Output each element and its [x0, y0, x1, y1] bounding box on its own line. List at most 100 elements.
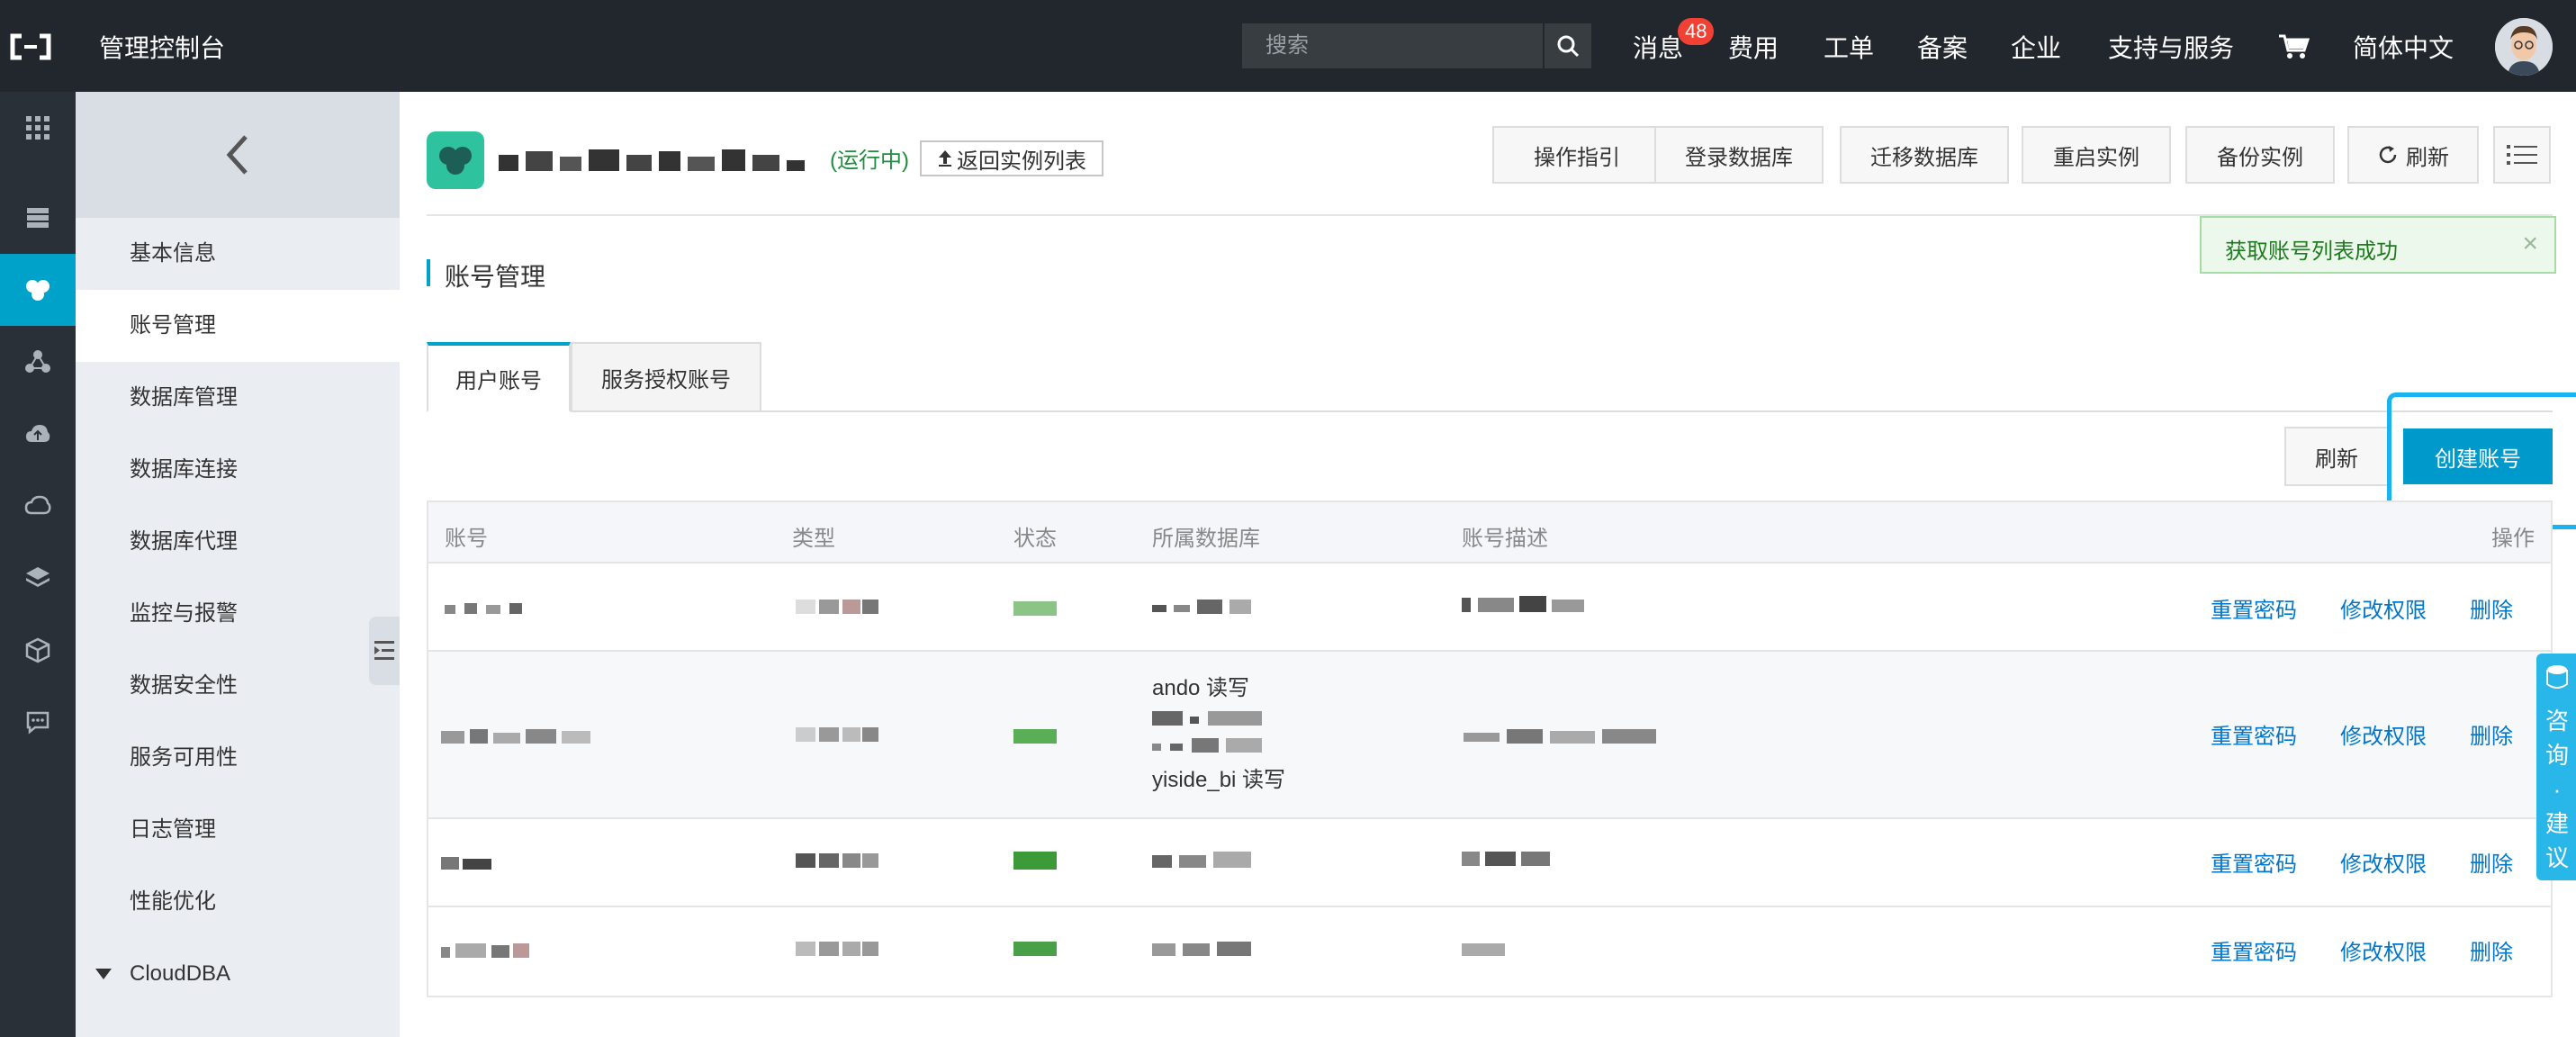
modify-permission-link[interactable]: 修改权限 — [2340, 934, 2427, 966]
delete-link[interactable]: 删除 — [2470, 592, 2513, 624]
sidebar-item-availability[interactable]: 服务可用性 — [76, 722, 400, 794]
nav-enterprise[interactable]: 企业 — [2011, 29, 2061, 65]
rail-layers[interactable] — [0, 542, 76, 614]
redacted-account — [445, 603, 522, 614]
modify-permission-link[interactable]: 修改权限 — [2340, 718, 2427, 750]
redacted-type — [796, 942, 878, 956]
database-icon — [26, 280, 50, 301]
column-header-account: 账号 — [445, 527, 488, 551]
delete-link[interactable]: 删除 — [2470, 934, 2513, 966]
sidebar-collapse-handle[interactable] — [369, 617, 400, 685]
sidebar-item-performance[interactable]: 性能优化 — [76, 866, 400, 938]
network-icon — [25, 350, 50, 373]
cloud-icon — [24, 495, 51, 515]
refresh-list-button[interactable]: 刷新 — [2284, 427, 2389, 486]
cloud-upload-icon — [26, 425, 50, 442]
operation-guide-button[interactable]: 操作指引 — [1492, 126, 1662, 184]
sidebar-item-monitoring[interactable]: 监控与报警 — [76, 578, 400, 650]
sidebar-item-accounts[interactable]: 账号管理 — [76, 290, 400, 362]
column-header-description: 账号描述 — [1462, 527, 1548, 551]
rail-cdn[interactable] — [0, 398, 76, 470]
sidebar-item-proxy[interactable]: 数据库代理 — [76, 506, 400, 578]
redacted-database — [1152, 711, 1262, 726]
search-box — [1242, 23, 1591, 68]
tab-user-accounts[interactable]: 用户账号 — [427, 342, 571, 412]
redacted-description — [1464, 729, 1656, 744]
nav-icp[interactable]: 备案 — [1917, 29, 1968, 65]
cloud-logo-icon[interactable] — [9, 32, 52, 61]
nav-billing[interactable]: 费用 — [1728, 29, 1779, 65]
redacted-status — [1013, 852, 1057, 870]
top-bar: 管理控制台 消息 48 费用 工单 备案 企业 支持与服务 简体中文 — [0, 0, 2576, 92]
create-account-button[interactable]: 创建账号 — [2403, 428, 2553, 484]
search-icon — [1557, 35, 1580, 58]
user-avatar[interactable] — [2495, 18, 2553, 76]
user-avatar-icon — [2495, 18, 2553, 76]
sidebar-group-clouddba[interactable]: CloudDBA — [76, 938, 400, 1010]
sidebar-item-databases[interactable]: 数据库管理 — [76, 362, 400, 434]
table-row: 重置密码 修改权限 删除 — [428, 819, 2551, 907]
redacted-type — [796, 727, 878, 742]
consult-label: 咨询·建议 — [2544, 708, 2569, 871]
nav-tickets[interactable]: 工单 — [1824, 29, 1874, 65]
database-permission-line: yiside_bi 读写 — [1152, 768, 1286, 792]
console-title[interactable]: 管理控制台 — [99, 29, 225, 65]
rail-box[interactable] — [0, 614, 76, 686]
section-title-accent — [427, 259, 430, 286]
nav-messages[interactable]: 消息 — [1633, 29, 1683, 65]
modify-permission-link[interactable]: 修改权限 — [2340, 592, 2427, 624]
login-database-button[interactable]: 登录数据库 — [1654, 126, 1824, 184]
success-toast: 获取账号列表成功 × — [2200, 216, 2556, 274]
rail-network[interactable] — [0, 326, 76, 398]
backup-instance-button[interactable]: 备份实例 — [2185, 126, 2335, 184]
redacted-status — [1013, 729, 1057, 744]
rail-rds[interactable] — [0, 254, 76, 326]
delete-link[interactable]: 删除 — [2470, 846, 2513, 878]
cart-icon[interactable] — [2277, 32, 2310, 59]
rail-oss[interactable] — [0, 470, 76, 542]
column-header-operation: 操作 — [2491, 527, 2535, 551]
sidebar-item-logs[interactable]: 日志管理 — [76, 794, 400, 866]
layers-icon — [26, 567, 50, 587]
search-input[interactable] — [1242, 23, 1543, 68]
consult-feedback-tab[interactable]: 咨询·建议 — [2536, 654, 2576, 880]
modify-permission-link[interactable]: 修改权限 — [2340, 846, 2427, 878]
column-header-type: 类型 — [792, 527, 835, 551]
refresh-page-button[interactable]: 刷新 — [2347, 126, 2479, 184]
delete-link[interactable]: 删除 — [2470, 718, 2513, 750]
toast-message: 获取账号列表成功 — [2225, 239, 2398, 264]
search-button[interactable] — [1543, 23, 1591, 68]
back-to-instance-list-button[interactable]: 返回实例列表 — [920, 140, 1103, 176]
secondary-sidebar: 基本信息 账号管理 数据库管理 数据库连接 数据库代理 监控与报警 数据安全性 … — [76, 92, 400, 1037]
chat-icon — [26, 711, 50, 735]
restart-instance-button[interactable]: 重启实例 — [2022, 126, 2171, 184]
column-header-database: 所属数据库 — [1152, 527, 1260, 551]
rail-ecs[interactable] — [0, 182, 76, 254]
sidebar-group-label: CloudDBA — [130, 961, 231, 986]
tab-service-accounts[interactable]: 服务授权账号 — [571, 342, 761, 412]
tabs-divider — [427, 410, 2553, 412]
redacted-database — [1152, 852, 1251, 868]
nav-support[interactable]: 支持与服务 — [2108, 29, 2234, 65]
product-rail — [0, 92, 76, 1037]
sidebar-back-button[interactable] — [76, 92, 400, 218]
rail-messages[interactable] — [0, 686, 76, 758]
reset-password-link[interactable]: 重置密码 — [2211, 718, 2297, 750]
collapse-icon — [374, 641, 394, 660]
redacted-database — [1152, 600, 1251, 614]
close-icon[interactable]: × — [2522, 229, 2538, 259]
migrate-database-button[interactable]: 迁移数据库 — [1840, 126, 2009, 184]
redacted-type — [796, 600, 878, 614]
back-to-instance-list-label: 返回实例列表 — [957, 149, 1086, 174]
reset-password-link[interactable]: 重置密码 — [2211, 934, 2297, 966]
sidebar-item-basic-info[interactable]: 基本信息 — [76, 218, 400, 290]
language-switch[interactable]: 简体中文 — [2353, 29, 2454, 65]
sidebar-item-connection[interactable]: 数据库连接 — [76, 434, 400, 506]
rail-products[interactable] — [0, 92, 76, 164]
view-toggle-button[interactable] — [2493, 126, 2551, 184]
sidebar-item-security[interactable]: 数据安全性 — [76, 650, 400, 722]
redacted-account — [441, 943, 529, 958]
reset-password-link[interactable]: 重置密码 — [2211, 846, 2297, 878]
reset-password-link[interactable]: 重置密码 — [2211, 592, 2297, 624]
list-icon — [2507, 145, 2537, 165]
